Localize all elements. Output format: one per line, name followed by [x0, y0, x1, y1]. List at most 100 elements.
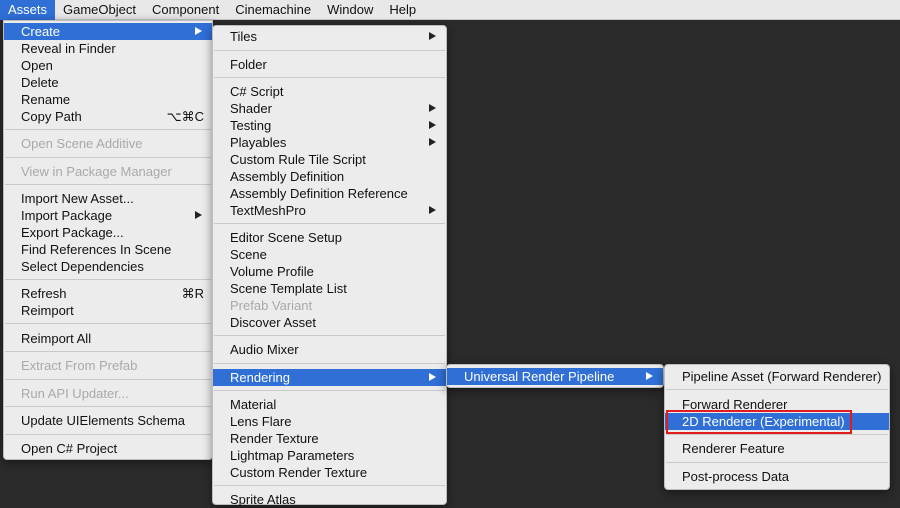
menu-item-label: Playables	[230, 135, 287, 150]
separator	[214, 335, 445, 336]
menu-item-label: Rendering	[230, 370, 290, 385]
separator	[5, 184, 211, 185]
menu-item-scene[interactable]: Scene	[213, 246, 446, 263]
menu-item-lightmap-parameters[interactable]: Lightmap Parameters	[213, 447, 446, 464]
menu-item-assembly-definition[interactable]: Assembly Definition	[213, 168, 446, 185]
menu-item-label: Audio Mixer	[230, 342, 299, 357]
menubar-window[interactable]: Window	[319, 0, 381, 20]
menu-item-volume-profile[interactable]: Volume Profile	[213, 263, 446, 280]
menu-item-assembly-definition-reference[interactable]: Assembly Definition Reference	[213, 185, 446, 202]
menu-item-discover-asset[interactable]: Discover Asset	[213, 314, 446, 331]
menu-item-label: View in Package Manager	[21, 164, 172, 179]
menu-item-open-csharp-project[interactable]: Open C# Project	[4, 440, 212, 457]
menu-item-playables[interactable]: Playables	[213, 134, 446, 151]
submenu-arrow-icon	[195, 211, 202, 219]
menu-item-label: Assembly Definition	[230, 169, 345, 184]
menu-item-reveal-in-finder[interactable]: Reveal in Finder	[4, 40, 212, 57]
separator	[5, 129, 211, 130]
menu-item-label: Import Package	[21, 208, 113, 223]
menu-item-import-new-asset[interactable]: Import New Asset...	[4, 190, 212, 207]
submenu-arrow-icon	[429, 206, 436, 214]
menu-item-label: Scene Template List	[230, 281, 347, 296]
menubar-assets[interactable]: Assets	[0, 0, 56, 20]
menu-item-label: Material	[230, 397, 277, 412]
menubar-gameobject[interactable]: GameObject	[55, 0, 144, 20]
menu-item-label: Pipeline Asset (Forward Renderer)	[682, 369, 882, 384]
menu-item-label: Forward Renderer	[682, 397, 788, 412]
menu-item-label: Reimport	[21, 303, 74, 318]
menu-item-label: Render Texture	[230, 431, 319, 446]
menu-item-export-package[interactable]: Export Package...	[4, 224, 212, 241]
separator	[5, 351, 211, 352]
separator	[214, 77, 445, 78]
menu-item-csharp-script[interactable]: C# Script	[213, 83, 446, 100]
menu-item-custom-render-texture[interactable]: Custom Render Texture	[213, 464, 446, 481]
menu-item-editor-scene-setup[interactable]: Editor Scene Setup	[213, 229, 446, 246]
menu-item-view-in-package-manager: View in Package Manager	[4, 163, 212, 180]
menu-item-update-uielements-schema[interactable]: Update UIElements Schema	[4, 412, 212, 429]
separator	[666, 389, 888, 390]
menu-item-post-process-data[interactable]: Post-process Data	[665, 468, 889, 485]
menu-item-label: Folder	[230, 57, 267, 72]
menu-item-label: Editor Scene Setup	[230, 230, 343, 245]
menu-item-renderer-feature[interactable]: Renderer Feature	[665, 440, 889, 457]
menu-item-import-package[interactable]: Import Package	[4, 207, 212, 224]
menubar-help[interactable]: Help	[381, 0, 424, 20]
assets-menu: Create Reveal in Finder Open Delete Rena…	[3, 20, 213, 460]
menu-item-tiles[interactable]: Tiles	[213, 28, 446, 45]
menu-item-reimport-all[interactable]: Reimport All	[4, 330, 212, 347]
menu-item-open-scene-additive: Open Scene Additive	[4, 135, 212, 152]
menu-item-sprite-atlas[interactable]: Sprite Atlas	[213, 491, 446, 508]
menubar-cinemachine[interactable]: Cinemachine	[227, 0, 319, 20]
menu-item-refresh[interactable]: Refresh ⌘R	[4, 285, 212, 302]
menu-item-audio-mixer[interactable]: Audio Mixer	[213, 341, 446, 358]
menu-item-universal-render-pipeline[interactable]: Universal Render Pipeline	[447, 368, 663, 385]
menu-item-label: Export Package...	[21, 225, 124, 240]
menu-item-rename[interactable]: Rename	[4, 91, 212, 108]
separator	[214, 390, 445, 391]
menu-item-label: TextMeshPro	[230, 203, 306, 218]
separator	[5, 279, 211, 280]
separator	[5, 323, 211, 324]
menu-item-label: Discover Asset	[230, 315, 316, 330]
menu-item-lens-flare[interactable]: Lens Flare	[213, 413, 446, 430]
separator	[5, 379, 211, 380]
menu-item-run-api-updater: Run API Updater...	[4, 385, 212, 402]
menu-item-rendering[interactable]: Rendering	[213, 369, 446, 386]
menu-item-label: Testing	[230, 118, 272, 133]
submenu-arrow-icon	[195, 27, 202, 35]
menu-item-2d-renderer[interactable]: 2D Renderer (Experimental)	[665, 413, 889, 430]
menu-item-render-texture[interactable]: Render Texture	[213, 430, 446, 447]
menu-item-label: Find References In Scene	[21, 242, 172, 257]
menu-item-testing[interactable]: Testing	[213, 117, 446, 134]
menu-item-open[interactable]: Open	[4, 57, 212, 74]
menu-item-label: Lens Flare	[230, 414, 292, 429]
menu-item-delete[interactable]: Delete	[4, 74, 212, 91]
menu-item-forward-renderer[interactable]: Forward Renderer	[665, 396, 889, 413]
submenu-arrow-icon	[429, 32, 436, 40]
menu-item-label: Create	[21, 24, 61, 39]
menu-item-create[interactable]: Create	[4, 23, 212, 40]
menu-item-select-dependencies[interactable]: Select Dependencies	[4, 258, 212, 275]
separator	[666, 462, 888, 463]
menu-item-find-references[interactable]: Find References In Scene	[4, 241, 212, 258]
menu-item-copy-path[interactable]: Copy Path ⌥⌘C	[4, 108, 212, 125]
menu-item-label: Custom Rule Tile Script	[230, 152, 366, 167]
menu-item-label: Import New Asset...	[21, 191, 134, 206]
menu-item-folder[interactable]: Folder	[213, 56, 446, 73]
shortcut-label: ⌘R	[181, 286, 204, 301]
menu-item-scene-template-list[interactable]: Scene Template List	[213, 280, 446, 297]
menu-item-textmeshpro[interactable]: TextMeshPro	[213, 202, 446, 219]
menu-item-material[interactable]: Material	[213, 396, 446, 413]
separator	[214, 363, 445, 364]
menu-item-shader[interactable]: Shader	[213, 100, 446, 117]
menu-item-label: Universal Render Pipeline	[464, 369, 615, 384]
menu-item-custom-rule-tile-script[interactable]: Custom Rule Tile Script	[213, 151, 446, 168]
menubar-component[interactable]: Component	[144, 0, 227, 20]
menu-item-pipeline-asset[interactable]: Pipeline Asset (Forward Renderer)	[665, 368, 889, 385]
menu-item-reimport[interactable]: Reimport	[4, 302, 212, 319]
menu-item-label: Open C# Project	[21, 441, 118, 456]
separator	[666, 434, 888, 435]
menu-item-label: Prefab Variant	[230, 298, 313, 313]
menu-item-prefab-variant: Prefab Variant	[213, 297, 446, 314]
